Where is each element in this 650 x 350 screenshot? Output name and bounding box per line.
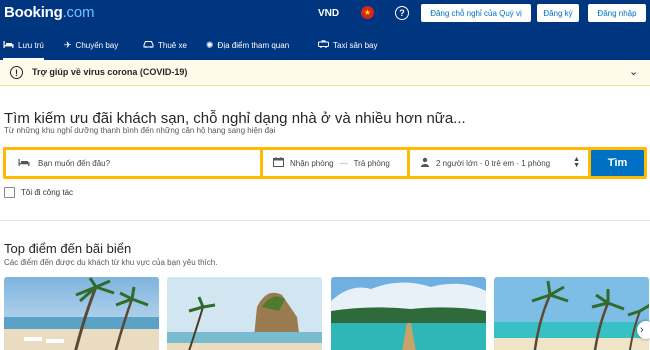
beach-photo xyxy=(4,277,159,350)
beach-section-subtitle: Các điểm đến được du khách từ khu vực củ… xyxy=(4,258,218,267)
tab-car-rental[interactable]: Thuê xe xyxy=(143,36,187,54)
business-travel-checkbox[interactable] xyxy=(4,187,15,198)
register-button[interactable]: Đăng ký xyxy=(537,4,579,22)
guests-selector[interactable]: 2 người lớn · 0 trẻ em · 1 phòng ▲ ▼ xyxy=(410,150,588,176)
search-section: Tìm kiếm ưu đãi khách sạn, chỗ nghỉ dạng… xyxy=(0,86,650,220)
tab-airport-taxi-label: Taxi sân bay xyxy=(333,40,378,50)
car-icon xyxy=(143,40,154,50)
site-header: Booking.com VND ★ ? Đăng chỗ nghỉ của Qu… xyxy=(0,0,650,60)
booking-logo[interactable]: Booking.com xyxy=(4,4,95,21)
stepper-arrows-icon: ▲ ▼ xyxy=(573,156,580,169)
currency-selector[interactable]: VND xyxy=(318,8,339,19)
search-button[interactable]: Tìm xyxy=(591,150,644,176)
attractions-icon: ✺ xyxy=(206,39,214,50)
business-travel-option[interactable]: Tôi đi công tác xyxy=(4,187,73,198)
chevron-down-icon[interactable]: ⌄ xyxy=(629,65,638,78)
taxi-icon xyxy=(318,40,329,50)
tab-flights[interactable]: ✈ Chuyến bay xyxy=(64,36,118,54)
beach-destinations-section: Top điểm đến bãi biển Các điểm đến được … xyxy=(0,220,650,350)
beach-photo xyxy=(167,277,322,350)
covid-banner[interactable]: ! Trợ giúp về virus corona (COVID-19) ⌄ xyxy=(0,60,650,86)
date-picker[interactable]: Nhận phòng — Trả phòng xyxy=(263,150,407,176)
covid-banner-text: Trợ giúp về virus corona (COVID-19) xyxy=(32,67,188,77)
plane-icon: ✈ xyxy=(64,39,72,50)
search-bar: Bạn muốn đến đâu? Nhận phòng — Trả phòng… xyxy=(3,147,647,179)
vietnam-flag-icon[interactable]: ★ xyxy=(361,6,374,19)
main-nav: Lưu trú ✈ Chuyến bay Thuê xe ✺ Địa điểm … xyxy=(0,36,650,60)
beach-destination-card[interactable] xyxy=(167,277,322,350)
tab-stays-label: Lưu trú xyxy=(18,40,44,50)
beach-destination-card[interactable] xyxy=(494,277,649,350)
list-property-button[interactable]: Đăng chỗ nghỉ của Quý vị xyxy=(421,4,531,22)
carousel-next-button[interactable]: › xyxy=(637,321,650,339)
beach-destination-card[interactable] xyxy=(4,277,159,350)
calendar-icon xyxy=(273,157,284,169)
tab-airport-taxi[interactable]: Taxi sân bay xyxy=(318,36,377,54)
tab-attractions-label: Địa điểm tham quan xyxy=(217,40,290,50)
beach-section-title: Top điểm đến bãi biển xyxy=(4,241,132,256)
business-travel-label: Tôi đi công tác xyxy=(21,188,74,197)
bed-icon xyxy=(18,158,30,169)
tab-flights-label: Chuyến bay xyxy=(75,40,119,50)
search-title: Tìm kiếm ưu đãi khách sạn, chỗ nghỉ dạng… xyxy=(4,110,466,127)
search-subtitle: Từ những khu nghỉ dưỡng thanh bình đến n… xyxy=(4,126,276,135)
bed-icon xyxy=(3,40,14,51)
beach-photo xyxy=(494,277,649,350)
tab-car-rental-label: Thuê xe xyxy=(158,40,187,50)
person-icon xyxy=(420,157,430,169)
login-button[interactable]: Đăng nhập xyxy=(588,4,646,22)
destination-input[interactable]: Bạn muốn đến đâu? xyxy=(6,150,260,176)
info-icon: ! xyxy=(10,66,23,79)
checkout-label: Trả phòng xyxy=(353,158,390,168)
tab-stays[interactable]: Lưu trú xyxy=(3,36,44,60)
beach-photo xyxy=(331,277,486,350)
guests-summary: 2 người lớn · 0 trẻ em · 1 phòng xyxy=(436,158,551,168)
beach-destination-card[interactable] xyxy=(331,277,486,350)
destination-placeholder: Bạn muốn đến đâu? xyxy=(38,158,111,168)
date-separator: — xyxy=(339,158,348,168)
help-icon[interactable]: ? xyxy=(395,6,409,20)
tab-attractions[interactable]: ✺ Địa điểm tham quan xyxy=(206,36,289,54)
checkin-label: Nhận phòng xyxy=(290,158,334,168)
